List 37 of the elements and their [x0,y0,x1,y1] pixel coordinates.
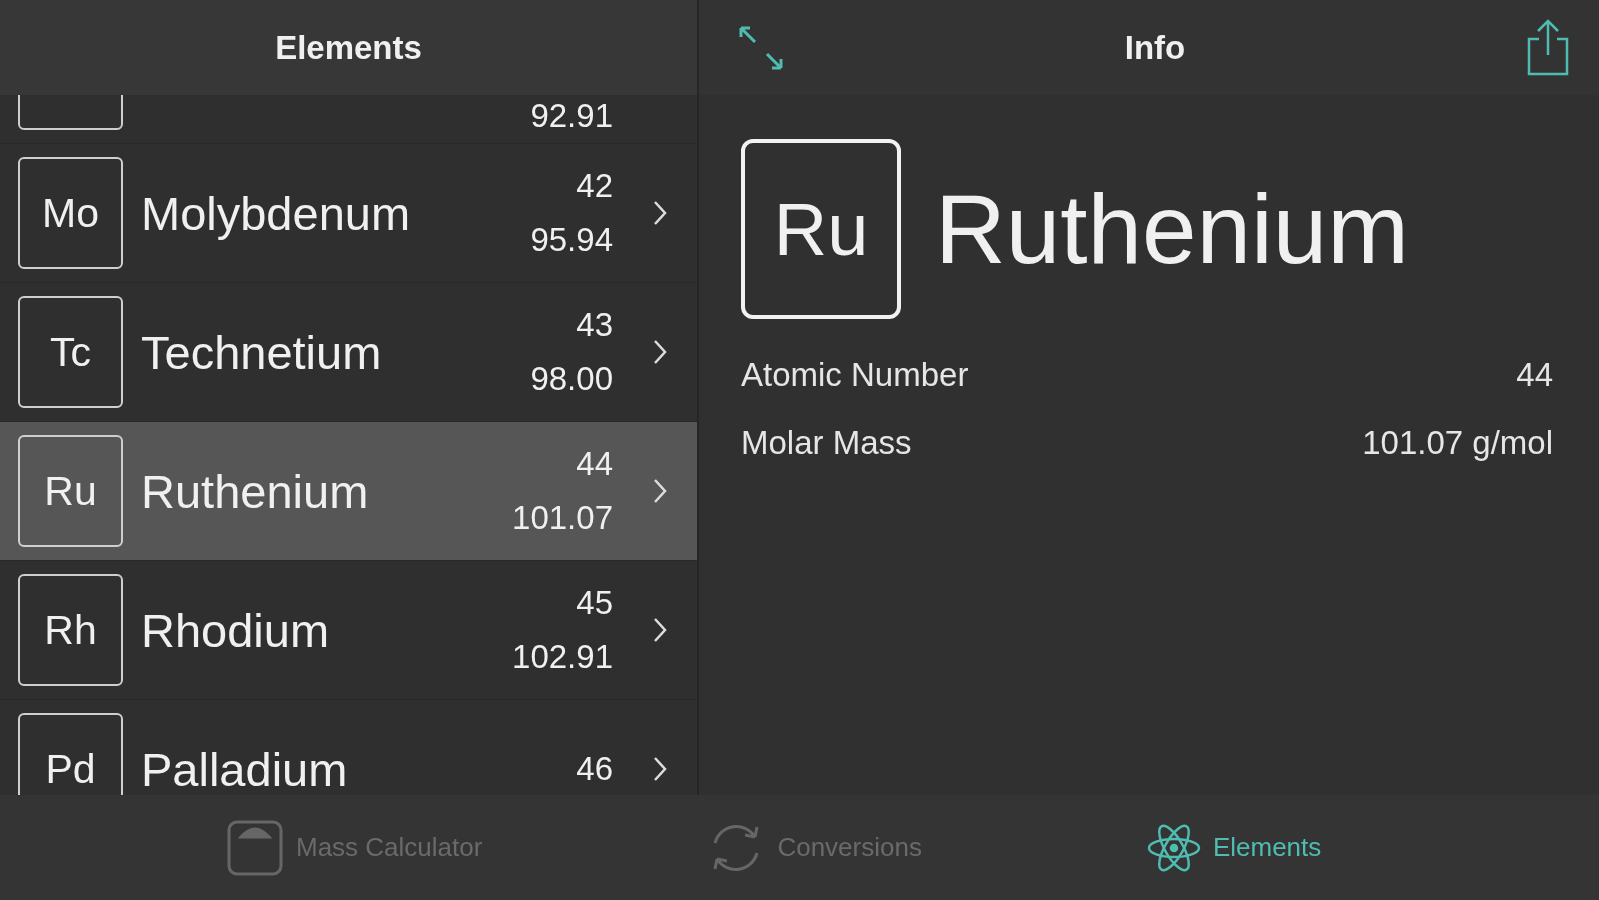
symbol-tile: Ru [741,139,901,319]
chevron-icon [653,756,667,782]
element-name: Molybdenum [141,185,412,241]
atomic-number: 46 [576,750,613,788]
symbol-tile: Mo [18,157,123,269]
chevron-icon [653,478,667,504]
property-label: Atomic Number [741,356,969,394]
element-row[interactable]: Ru Ruthenium 44 101.07 [0,422,697,561]
share-icon[interactable] [1525,18,1571,77]
property-label: Molar Mass [741,424,912,462]
scale-icon [226,818,284,877]
element-row[interactable]: 92.91 [0,95,697,144]
element-name: Technetium [141,324,383,380]
atomic-number: 44 [576,445,613,483]
symbol-tile: Tc [18,296,123,408]
atomic-number: 42 [576,167,613,205]
header-title: Info [1124,28,1186,67]
header-title: Elements [275,28,422,67]
atomic-mass: 102.91 [512,638,613,676]
symbol-tile: Ru [18,435,123,547]
tab[interactable]: Elements [1146,818,1322,877]
atomic-number: 43 [576,306,613,344]
atomic-mass: 92.91 [530,97,613,135]
atomic-number: 45 [576,584,613,622]
element-title: Ruthenium [935,172,1409,286]
element-name: Ruthenium [141,463,370,519]
atomic-mass: 95.94 [530,221,613,259]
atomic-mass: 101.07 [512,499,613,537]
symbol-tile: Rh [18,574,123,686]
property-value: 44 [1516,356,1553,394]
atomic-mass: 98.00 [530,360,613,398]
chevron-icon [653,617,667,643]
element-name: Palladium [141,741,349,795]
chevron-icon [653,339,667,365]
property-value: 101.07 g/mol [1362,424,1553,462]
element-name: Rhodium [141,602,331,658]
chevron-icon [653,200,667,226]
